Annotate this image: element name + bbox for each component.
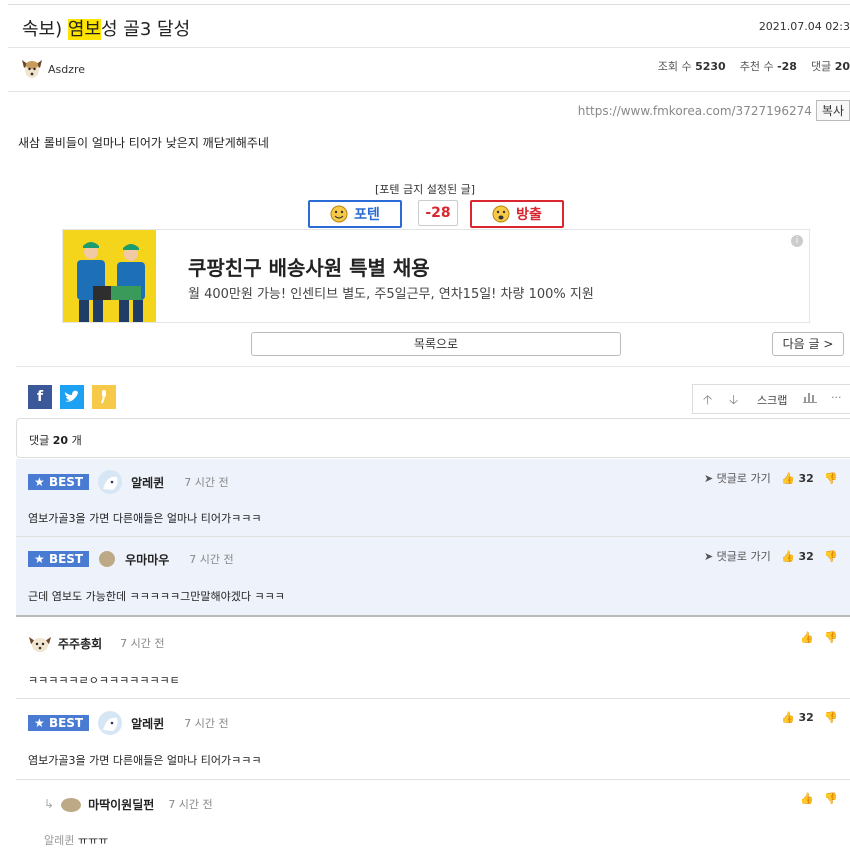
- reply-arrow-icon: ➤: [703, 550, 714, 563]
- thumbs-down-icon[interactable]: 👎: [824, 792, 838, 805]
- thumbs-down-icon[interactable]: 👎: [824, 550, 838, 563]
- thumbs-up-icon[interactable]: 👍: [800, 792, 814, 805]
- kakao-share-icon[interactable]: [92, 385, 116, 409]
- vote-count: -28: [418, 200, 458, 226]
- title-highlight: 염보: [67, 19, 101, 40]
- commenter-avatar[interactable]: [97, 710, 123, 736]
- go-to-reply-link[interactable]: 댓글로 가기: [717, 550, 771, 563]
- comment-text: 염보가골3을 가면 다른애들은 얼마나 티어가ㅋㅋㅋ: [28, 512, 262, 525]
- reply-to-name: 알레퀸: [44, 834, 75, 847]
- reply-arrow-icon: ➤: [703, 472, 714, 485]
- post-header: 속보) 염보성 골3 달성 2021.07.04 02:3: [8, 4, 850, 48]
- recommend-count: -28: [777, 60, 797, 73]
- ad-banner[interactable]: 쿠팡친구 배송사원 특별 채용 월 400만원 가능! 인센티브 별도, 주5일…: [62, 229, 810, 323]
- comment-item: ★ BEST 우마마우 7 시간 전 ➤ 댓글로 가기 👍 32 👎 근데 염보…: [16, 537, 850, 617]
- author-name[interactable]: Asdzre: [48, 63, 85, 76]
- post-toolbar: 🡡 🡣 스크랩 ···: [692, 384, 850, 414]
- comment-actions: ➤ 댓글로 가기 👍 32 👎: [704, 548, 838, 564]
- comment-text: 근데 염보도 가능한데 ㅋㅋㅋㅋㅋ그만말해야겠다 ㅋㅋㅋ: [28, 590, 285, 603]
- comment-actions: 👍 👎: [800, 792, 838, 805]
- thumbs-up-icon[interactable]: 👍: [781, 472, 795, 485]
- comment-actions: 👍 👎: [800, 631, 838, 644]
- like-count: 32: [798, 472, 814, 485]
- scrap-button[interactable]: 스크랩: [757, 392, 787, 408]
- scroll-down-icon[interactable]: 🡣: [729, 391, 738, 413]
- commenter-name[interactable]: 주주총회: [58, 635, 102, 652]
- ad-info-icon[interactable]: i: [791, 235, 803, 247]
- comment-time: 7 시간 전: [120, 637, 165, 650]
- post-date: 2021.07.04 02:3: [758, 20, 850, 33]
- like-count: 32: [798, 550, 814, 563]
- next-post-button[interactable]: 다음 글 >: [772, 332, 844, 356]
- commenter-avatar[interactable]: [60, 795, 82, 813]
- copy-url-button[interactable]: 복사: [815, 100, 850, 121]
- comment-actions: ➤ 댓글로 가기 👍 32 👎: [704, 470, 838, 486]
- ad-description: 월 400만원 가능! 인센티브 별도, 주5일근무, 연차15일! 차량 10…: [188, 287, 594, 302]
- comment-text: ㅋㅋㅋㅋㅋㄹㅇㅋㅋㅋㅋㅋㅋㅋㅌ: [28, 674, 180, 687]
- ad-title[interactable]: 쿠팡친구 배송사원 특별 채용: [188, 252, 430, 281]
- comment-item: ★ BEST 알레퀸 7 시간 전 👍 32 👎 염보가골3을 가면 다른애들은…: [16, 699, 850, 780]
- author-avatar[interactable]: [20, 56, 44, 83]
- comment-time: 7 시간 전: [189, 553, 234, 566]
- thumbs-up-icon[interactable]: 👍: [781, 550, 795, 563]
- post-title: 속보) 염보성 골3 달성: [22, 19, 191, 40]
- comment-time: 7 시간 전: [184, 476, 229, 489]
- ad-image: [63, 230, 156, 322]
- best-badge: ★ BEST: [28, 551, 90, 567]
- thumbs-up-icon[interactable]: 👍: [781, 711, 795, 724]
- post-meta: Asdzre 조회 수 5230 추천 수 -28 댓글 20: [8, 47, 850, 92]
- thumbs-up-icon[interactable]: 👍: [800, 631, 814, 644]
- comment-item: ★ BEST 알레퀸 7 시간 전 ➤ 댓글로 가기 👍 32 👎 염보가골3을…: [16, 459, 850, 537]
- go-to-reply-link[interactable]: 댓글로 가기: [717, 472, 771, 485]
- best-badge: ★ BEST: [28, 715, 90, 731]
- potenban-notice: [포텐 금지 설정된 글]: [374, 183, 476, 196]
- comment-header: 댓글 20 개: [16, 418, 850, 458]
- comment-actions: 👍 32 👎: [781, 711, 838, 724]
- commenter-name[interactable]: 마딱이원딜펀: [88, 796, 154, 813]
- commenter-avatar[interactable]: [28, 632, 52, 654]
- like-count: 32: [798, 711, 814, 724]
- smile-icon: [330, 205, 348, 223]
- reply-indent-icon: ↳: [44, 797, 55, 811]
- thumbs-down-icon[interactable]: 👎: [824, 711, 838, 724]
- commenter-avatar[interactable]: [97, 549, 117, 569]
- url-row: https://www.fmkorea.com/3727196274 복사: [578, 100, 850, 121]
- thumbs-down-icon[interactable]: 👎: [824, 631, 838, 644]
- comment-time: 7 시간 전: [168, 798, 213, 811]
- facebook-share-icon[interactable]: f: [28, 385, 52, 409]
- twitter-share-icon[interactable]: [60, 385, 84, 409]
- poten-button[interactable]: 포텐: [308, 200, 402, 228]
- post-url[interactable]: https://www.fmkorea.com/3727196274: [578, 104, 812, 118]
- banish-button[interactable]: 방출: [470, 200, 564, 228]
- comment-count: 20: [834, 60, 850, 73]
- commenter-name[interactable]: 우마마우: [125, 551, 169, 568]
- post-stats: 조회 수 5230 추천 수 -28 댓글 20: [657, 60, 850, 73]
- thumbs-down-icon[interactable]: 👎: [824, 472, 838, 485]
- divider: [16, 366, 850, 367]
- comment-text: 알레퀸 ㅠㅠㅠ: [44, 834, 109, 847]
- angry-icon: [492, 205, 510, 223]
- more-menu-icon[interactable]: ···: [831, 391, 842, 404]
- scroll-up-icon[interactable]: 🡡: [703, 391, 712, 413]
- comment-time: 7 시간 전: [184, 717, 229, 730]
- comment-item: 주주총회 7 시간 전 👍 👎 ㅋㅋㅋㅋㅋㄹㅇㅋㅋㅋㅋㅋㅋㅋㅌ: [16, 617, 850, 699]
- back-to-list-button[interactable]: 목록으로: [251, 332, 621, 356]
- views-count: 5230: [695, 60, 726, 73]
- stats-icon[interactable]: [803, 391, 817, 406]
- commenter-name[interactable]: 알레퀸: [131, 715, 164, 732]
- comment-text: 염보가골3을 가면 다른애들은 얼마나 티어가ㅋㅋㅋ: [28, 754, 262, 767]
- best-badge: ★ BEST: [28, 474, 90, 490]
- comment-item: ↳ 마딱이원딜펀 7 시간 전 👍 👎 알레퀸 ㅠㅠㅠ: [16, 780, 850, 858]
- commenter-name[interactable]: 알레퀸: [131, 474, 164, 491]
- commenter-avatar[interactable]: [97, 469, 123, 495]
- post-content: 새삼 롤비들이 얼마나 티어가 낮은지 깨닫게해주네: [18, 136, 269, 150]
